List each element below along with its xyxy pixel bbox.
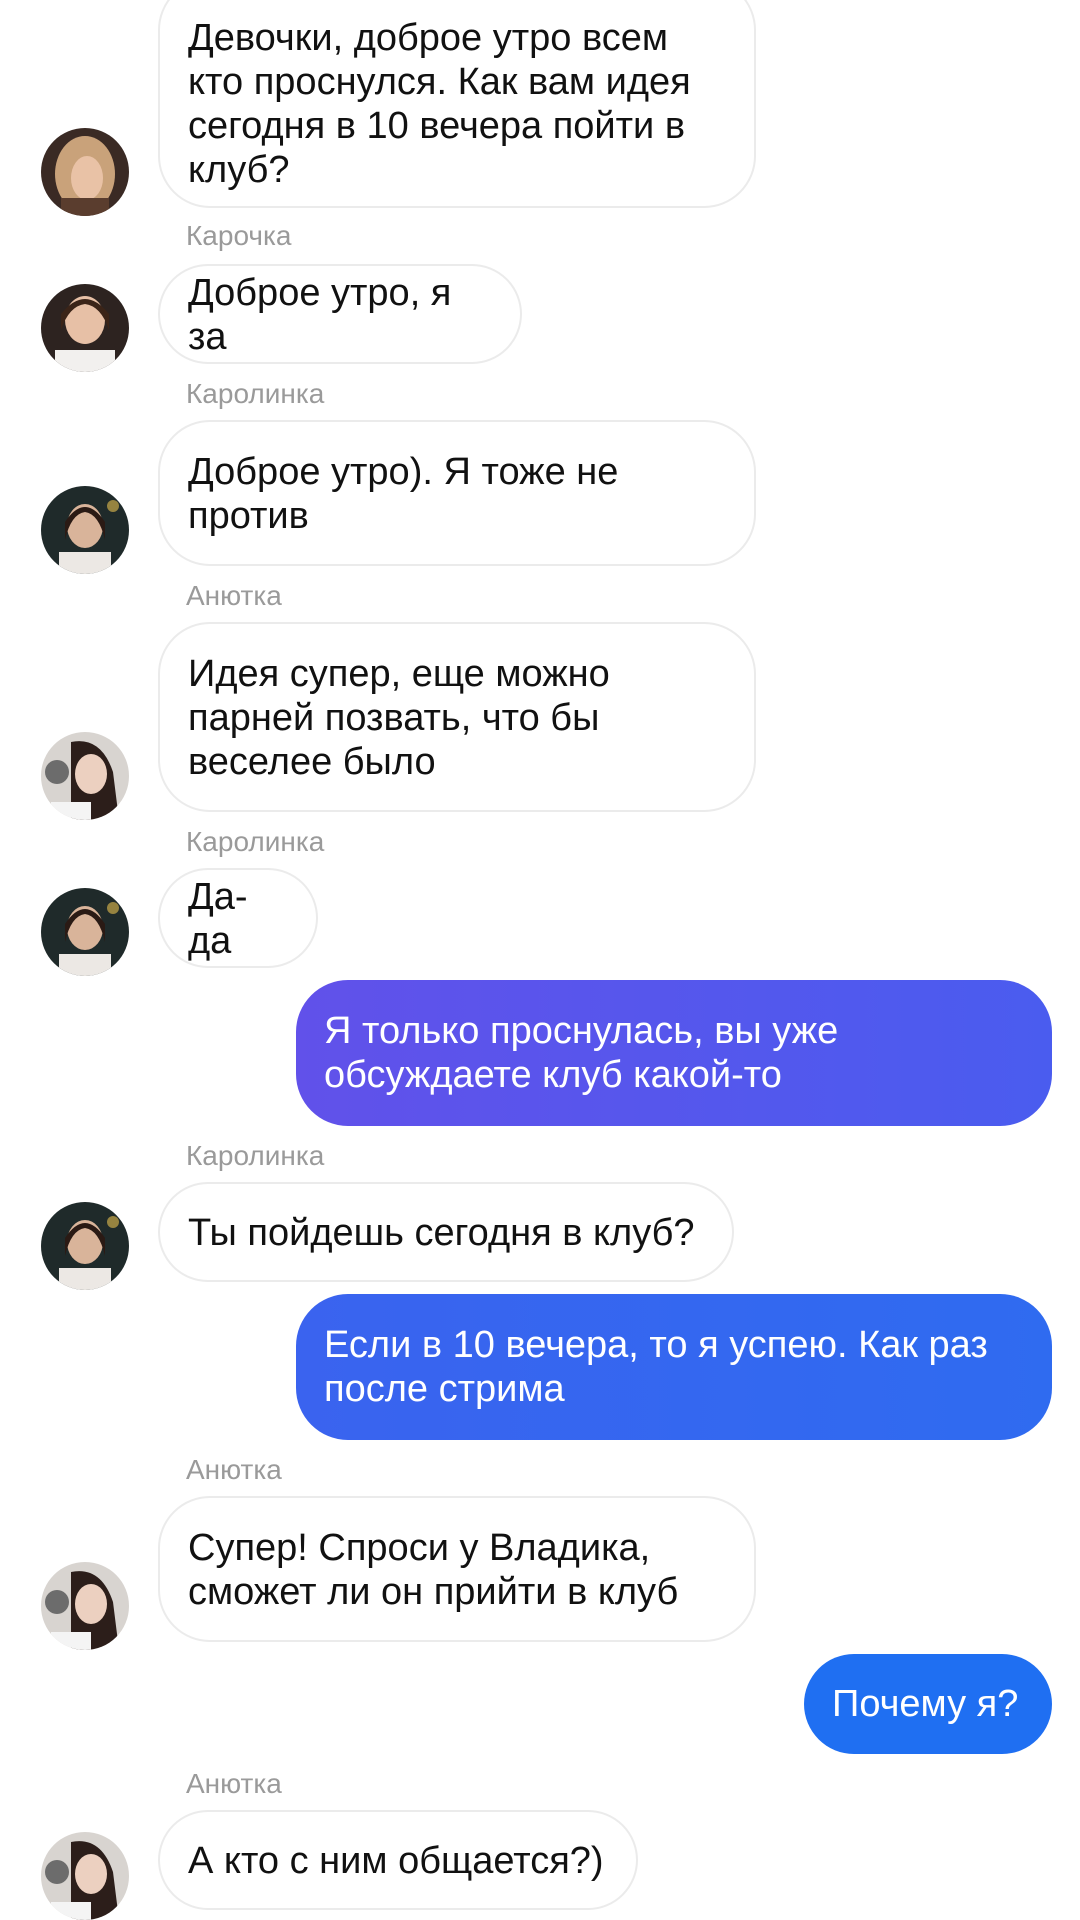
sender-name: Каролинка xyxy=(186,1140,325,1171)
message-text: Девочки, доброе утро всем кто проснулся.… xyxy=(188,17,691,191)
avatar[interactable] xyxy=(41,888,129,976)
outgoing-message-bubble[interactable]: Я только проснулась, вы уже обсуждаете к… xyxy=(296,980,1052,1126)
sender-name: Анютка xyxy=(186,1454,282,1485)
message-text: Если в 10 вечера, то я успею. Как раз по… xyxy=(324,1324,988,1410)
avatar-karolinka-icon xyxy=(41,888,129,976)
sender-name: Карочка xyxy=(186,220,292,251)
avatar-karochka-icon xyxy=(41,284,129,372)
avatar-anyutka-icon xyxy=(41,1562,129,1650)
incoming-message-bubble[interactable]: А кто с ним общается?) xyxy=(158,1810,638,1910)
incoming-message-bubble[interactable]: Да-да xyxy=(158,868,318,968)
message-text: А кто с ним общается?) xyxy=(188,1840,604,1882)
incoming-message-bubble[interactable]: Супер! Спроси у Владика, сможет ли он пр… xyxy=(158,1496,756,1642)
incoming-message-bubble[interactable]: Доброе утро). Я тоже не против xyxy=(158,420,756,566)
message-text: Ты пойдешь сегодня в клуб? xyxy=(188,1212,695,1254)
sender-name: Анютка xyxy=(186,580,282,611)
avatar-blonde-icon xyxy=(41,128,129,216)
sender-name: Каролинка xyxy=(186,826,325,857)
incoming-message-bubble[interactable]: Доброе утро, я за xyxy=(158,264,522,364)
avatar-karolinka-icon xyxy=(41,486,129,574)
avatar[interactable] xyxy=(41,128,129,216)
outgoing-message-bubble[interactable]: Почему я? xyxy=(804,1654,1052,1754)
avatar[interactable] xyxy=(41,732,129,820)
message-text: Идея супер, еще можно парней позвать, чт… xyxy=(188,653,610,783)
sender-name: Анютка xyxy=(186,1768,282,1799)
incoming-message-bubble[interactable]: Идея супер, еще можно парней позвать, чт… xyxy=(158,622,756,812)
incoming-message-bubble[interactable]: Девочки, доброе утро всем кто проснулся.… xyxy=(158,0,756,208)
message-text: Почему я? xyxy=(832,1683,1019,1725)
avatar-anyutka-icon xyxy=(41,732,129,820)
message-text: Доброе утро). Я тоже не против xyxy=(188,451,619,537)
incoming-message-bubble[interactable]: Ты пойдешь сегодня в клуб? xyxy=(158,1182,734,1282)
sender-name: Каролинка xyxy=(186,378,325,409)
avatar-karolinka-icon xyxy=(41,1202,129,1290)
outgoing-message-bubble[interactable]: Если в 10 вечера, то я успею. Как раз по… xyxy=(296,1294,1052,1440)
avatar[interactable] xyxy=(41,486,129,574)
avatar[interactable] xyxy=(41,1562,129,1650)
message-text: Супер! Спроси у Владика, сможет ли он пр… xyxy=(188,1527,679,1613)
avatar[interactable] xyxy=(41,284,129,372)
avatar-anyutka-icon xyxy=(41,1832,129,1920)
message-text: Доброе утро, я за xyxy=(188,272,452,358)
avatar[interactable] xyxy=(41,1832,129,1920)
message-text: Я только проснулась, вы уже обсуждаете к… xyxy=(324,1010,839,1096)
message-text: Да-да xyxy=(188,876,248,962)
chat-thread: Девочки, доброе утро всем кто проснулся.… xyxy=(0,0,1080,1920)
avatar[interactable] xyxy=(41,1202,129,1290)
